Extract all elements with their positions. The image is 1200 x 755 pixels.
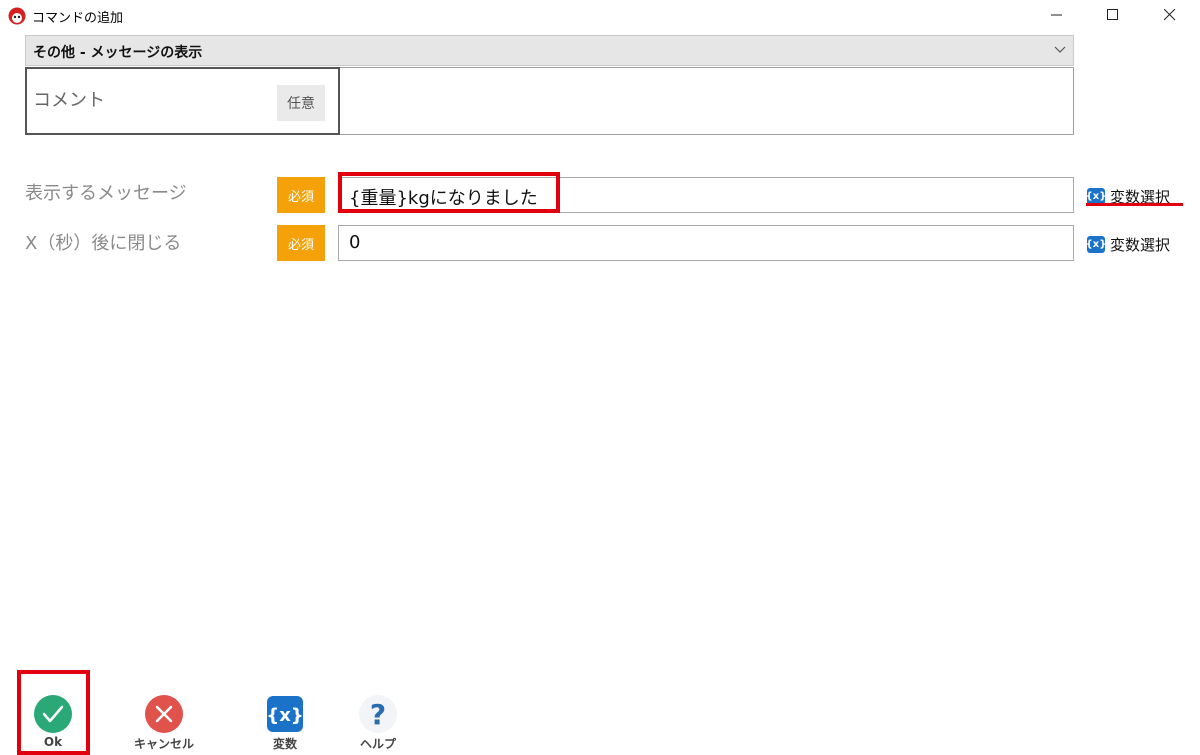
variable-select-label: 変数選択: [1110, 235, 1171, 254]
variable-icon: {x}: [1086, 235, 1106, 253]
close-after-input-value: 0: [349, 232, 361, 253]
app-logo-icon: [8, 7, 26, 25]
comment-label-box: コメント 任意: [25, 67, 340, 135]
minimize-icon: [1051, 14, 1062, 16]
close-after-input[interactable]: 0: [338, 225, 1074, 261]
svg-text:?: ?: [370, 698, 386, 731]
svg-text:{x}: {x}: [266, 705, 303, 726]
message-highlight-box: [338, 172, 560, 213]
title-bar: コマンドの追加: [0, 0, 1200, 30]
highlight-underline: [1086, 203, 1183, 206]
variables-button[interactable]: {x} 変数: [245, 690, 325, 755]
cancel-x-icon: [145, 695, 183, 733]
help-button[interactable]: ? ヘルプ: [338, 690, 418, 755]
maximize-button[interactable]: [1088, 0, 1138, 30]
check-icon: [34, 695, 72, 733]
variable-icon: {x}: [1086, 187, 1106, 205]
ok-button[interactable]: Ok: [13, 690, 93, 755]
message-label: 表示するメッセージ: [25, 183, 187, 204]
optional-badge: 任意: [277, 85, 325, 121]
chevron-down-icon: [1054, 46, 1066, 53]
variable-select-button[interactable]: {x} 変数選択: [1086, 234, 1171, 254]
close-icon: [1164, 9, 1176, 21]
close-button[interactable]: [1145, 0, 1195, 30]
cancel-label: キャンセル: [133, 737, 194, 751]
variables-label: 変数: [272, 737, 297, 751]
window-title: コマンドの追加: [32, 11, 124, 26]
close-after-label: X（秒）後に閉じる: [25, 233, 182, 254]
help-label: ヘルプ: [359, 737, 396, 751]
cancel-button[interactable]: キャンセル: [124, 690, 204, 755]
variable-icon: {x}: [266, 696, 304, 732]
question-mark-icon: ?: [359, 695, 397, 733]
maximize-icon: [1107, 9, 1118, 20]
ok-label: Ok: [43, 735, 63, 749]
command-type-select[interactable]: その他 - メッセージの表示: [25, 35, 1074, 66]
comment-label: コメント: [33, 90, 105, 111]
command-type-value: その他 - メッセージの表示: [33, 45, 203, 61]
required-badge: 必須: [277, 225, 325, 261]
required-badge: 必須: [277, 177, 325, 213]
minimize-button[interactable]: [1032, 0, 1082, 30]
